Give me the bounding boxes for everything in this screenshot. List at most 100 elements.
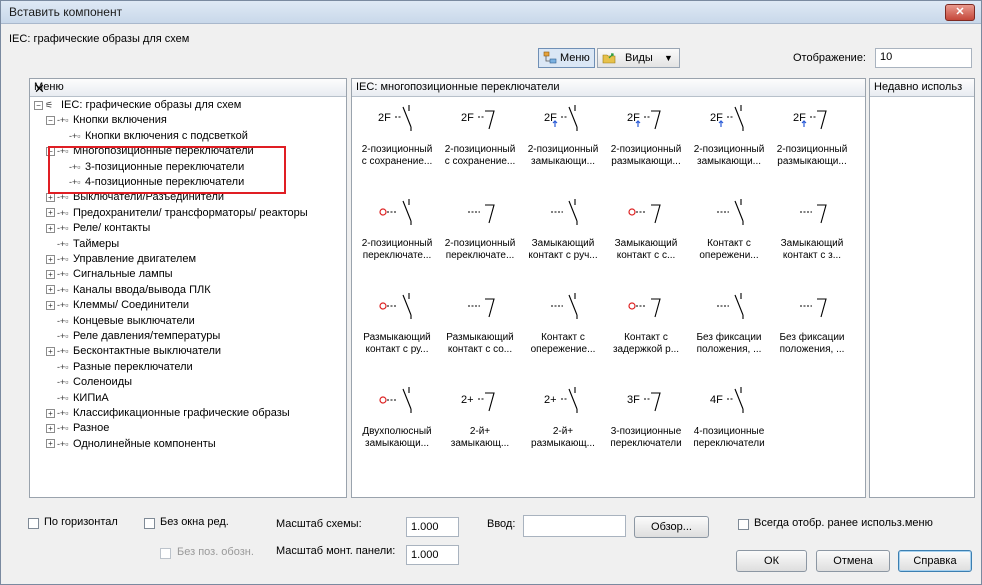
tile-caption-line2: размыкающи...	[777, 156, 847, 167]
tree-item[interactable]: -+▫ Концевые выключатели	[46, 315, 195, 329]
expand-icon[interactable]: +	[46, 208, 55, 218]
component-tile[interactable]: Размыкающий контакт с ру...	[356, 289, 438, 359]
menu-panel-close-icon[interactable]: ✕	[34, 81, 340, 97]
window-title: Вставить компонент	[9, 5, 123, 19]
schema-scale-input[interactable]: 1.000	[406, 517, 459, 537]
display-label: Отображение:	[793, 52, 866, 64]
tile-caption-line1: Замыкающий	[780, 238, 844, 249]
component-tile[interactable]: Двухполюсный замыкающи...	[356, 383, 438, 453]
component-tile[interactable]: Контакт с опережение...	[522, 289, 604, 359]
tree-item[interactable]: -+▫ Кнопки включения с подсветкой	[58, 130, 248, 144]
expand-icon[interactable]: +	[46, 439, 55, 449]
tree-item[interactable]: + -+▫ Управление двигателем	[46, 253, 196, 267]
tile-caption-line2: контакт с со...	[447, 344, 513, 355]
component-tile[interactable]: Контакт с опережени...	[688, 195, 770, 265]
contact-manual-make-icon	[551, 199, 578, 225]
component-tile[interactable]: 2+ 2-й+ замыкающ...	[439, 383, 521, 453]
tile-caption: Без фиксации положения, ...	[684, 332, 774, 356]
component-tile[interactable]: 3F 3-позиционные переключатели	[605, 383, 687, 453]
expand-icon[interactable]: +	[46, 192, 55, 202]
tree-item[interactable]: + -+▫ Разное	[46, 422, 109, 436]
ok-button[interactable]: ОК	[736, 550, 807, 572]
component-tile[interactable]: Размыкающий контакт с со...	[439, 289, 521, 359]
component-tile[interactable]: Контакт с задержкой р...	[605, 289, 687, 359]
tile-caption-line1: 2-позиционный	[361, 144, 433, 155]
tree-item[interactable]: + -+▫ Клеммы/ Соединители	[46, 299, 189, 313]
component-tile[interactable]: Без фиксации положения, ...	[771, 289, 853, 359]
menu-tree-icon	[543, 51, 557, 64]
second-break-icon: 2+	[544, 387, 578, 413]
component-tile[interactable]: 2F 2-позиционный размыкающи...	[605, 101, 687, 171]
tile-caption-line1: 2-й+	[469, 426, 491, 437]
expand-icon[interactable]: +	[46, 346, 55, 356]
tree-item[interactable]: + -+▫ Бесконтактные выключатели	[46, 345, 221, 359]
tree-item[interactable]: -+▫ Соленоиды	[46, 376, 132, 390]
tile-caption-line2: опережени...	[699, 250, 759, 261]
library-label: IEC: графические образы для схем	[9, 33, 190, 45]
expand-icon[interactable]: +	[46, 223, 55, 233]
collapse-icon[interactable]: −	[34, 100, 43, 110]
component-tile[interactable]: 2-позиционный переключате...	[356, 195, 438, 265]
help-button[interactable]: Справка	[898, 550, 972, 572]
tree-item[interactable]: -+▫ Реле давления/температуры	[46, 330, 220, 344]
momentary-break-icon	[800, 298, 827, 318]
tile-caption-line2: замыкающи...	[696, 156, 761, 167]
component-tile[interactable]: 2F 2-позиционный с сохранение...	[356, 101, 438, 171]
component-tile[interactable]: 2F 2-позиционный с сохранение...	[439, 101, 521, 171]
insert-component-dialog: Вставить компонент ✕ IEC: графические об…	[0, 0, 982, 585]
tree-item[interactable]: + -+▫ Каналы ввода/вывода ПЛК	[46, 284, 211, 298]
component-tile[interactable]: 2F 2-позиционный замыкающи...	[522, 101, 604, 171]
component-tile[interactable]: 2+ 2-й+ размыкающ...	[522, 383, 604, 453]
tree-item[interactable]: -+▫ Разные переключатели	[46, 361, 193, 375]
tree-item-label: Реле давления/температуры	[73, 330, 221, 343]
views-dropdown-button[interactable]: Виды ▼	[597, 48, 680, 68]
tile-caption: 2-позиционный переключате...	[352, 238, 442, 262]
tree-item[interactable]: + -+▫ Реле/ контакты	[46, 222, 150, 236]
svg-text:2+: 2+	[544, 394, 557, 406]
tile-caption: Размыкающий контакт с ру...	[352, 332, 442, 356]
tile-caption-line2: положения, ...	[779, 344, 845, 355]
contact-early-icon	[717, 199, 744, 225]
cancel-button[interactable]: Отмена	[816, 550, 890, 572]
expand-icon[interactable]: +	[46, 408, 55, 418]
component-tile[interactable]: Замыкающий контакт с руч...	[522, 195, 604, 265]
menu-toggle-button[interactable]: Меню	[538, 48, 595, 68]
tree-item[interactable]: + -+▫ Однолинейные компоненты	[46, 438, 216, 452]
component-tile[interactable]: 4F 4-позиционные переключатели	[688, 383, 770, 453]
panel-scale-input[interactable]: 1.000	[406, 545, 459, 565]
tree-item[interactable]: + -+▫ Предохранители/ трансформаторы/ реак…	[46, 207, 308, 221]
display-count-input[interactable]: 10	[875, 48, 972, 68]
contact-delayed-break-icon	[628, 298, 661, 318]
expand-icon[interactable]: +	[46, 254, 55, 264]
no-pos-designation-checkbox[interactable]	[160, 548, 171, 559]
expand-icon[interactable]: +	[46, 285, 55, 295]
tile-caption-line1: Замыкающий	[531, 238, 595, 249]
tree-item[interactable]: -+▫ Таймеры	[46, 238, 119, 252]
input-field[interactable]	[523, 515, 626, 537]
expand-icon[interactable]: +	[46, 269, 55, 279]
node-icon: -+▫	[57, 392, 69, 403]
component-tile[interactable]: 2F 2-позиционный замыкающи...	[688, 101, 770, 171]
switch-key-make-icon	[379, 199, 412, 225]
tree-item[interactable]: − ⚟ IEC: графические образы для схем	[34, 99, 241, 113]
tile-caption-line1: Контакт с	[541, 332, 585, 343]
no-edit-window-checkbox[interactable]	[144, 518, 155, 529]
tree-item[interactable]: + -+▫ Классификационные графические образы	[46, 407, 290, 421]
component-tile[interactable]: 2F 2-позиционный размыкающи...	[771, 101, 853, 171]
collapse-icon[interactable]: −	[46, 115, 55, 125]
browse-button[interactable]: Обзор...	[634, 516, 709, 538]
expand-icon[interactable]: +	[46, 423, 55, 433]
component-tile[interactable]: Замыкающий контакт с с...	[605, 195, 687, 265]
tree-item[interactable]: -+▫ КИПиА	[46, 392, 109, 406]
tree-item[interactable]: − -+▫ Кнопки включения	[46, 114, 167, 128]
component-tile[interactable]: Замыкающий контакт с з...	[771, 195, 853, 265]
always-show-checkbox[interactable]	[738, 519, 749, 530]
tile-caption-line1: 2-позиционный	[444, 144, 516, 155]
expand-icon[interactable]: +	[46, 300, 55, 310]
tree-item[interactable]: + -+▫ Сигнальные лампы	[46, 268, 173, 282]
horizontal-checkbox[interactable]	[28, 518, 39, 529]
tile-caption-line2: опережение...	[530, 344, 596, 355]
window-close-button[interactable]: ✕	[945, 4, 975, 21]
component-tile[interactable]: 2-позиционный переключате...	[439, 195, 521, 265]
component-tile[interactable]: Без фиксации положения, ...	[688, 289, 770, 359]
